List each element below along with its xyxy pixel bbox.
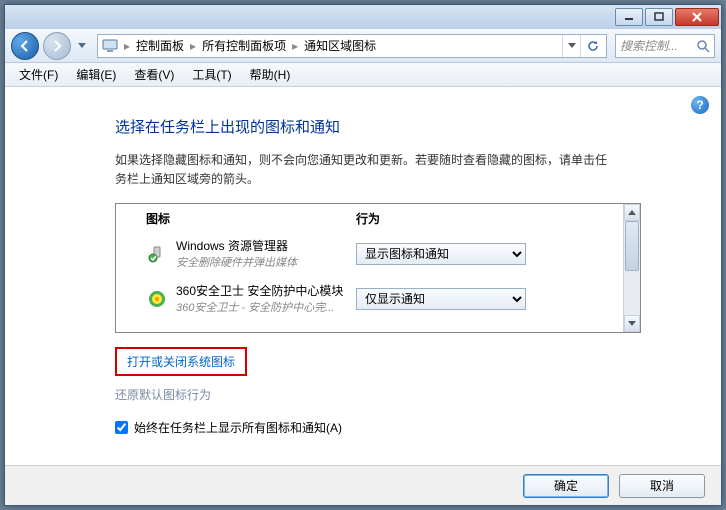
breadcrumb-1[interactable]: 控制面板 (132, 37, 188, 54)
page-description: 如果选择隐藏图标和通知，则不会向您通知更改和更新。若要随时查看隐藏的图标，请单击… (115, 151, 611, 189)
menu-edit[interactable]: 编辑(E) (68, 64, 124, 85)
menu-help[interactable]: 帮助(H) (242, 64, 299, 85)
breadcrumb-sep-icon: ▸ (290, 39, 300, 53)
row-title: 360安全卫士 安全防护中心模块 (176, 282, 356, 299)
content-area: ? 选择在任务栏上出现的图标和通知 如果选择隐藏图标和通知，则不会向您通知更改和… (5, 88, 721, 465)
menu-tools[interactable]: 工具(T) (184, 64, 239, 85)
page-heading: 选择在任务栏上出现的图标和通知 (115, 116, 681, 137)
behavior-select[interactable]: 仅显示通知 (356, 288, 526, 310)
360-icon (146, 288, 168, 310)
scrollbar[interactable] (623, 204, 640, 332)
menu-view[interactable]: 查看(V) (126, 64, 182, 85)
address-bar[interactable]: ▸ 控制面板 ▸ 所有控制面板项 ▸ 通知区域图标 (97, 34, 607, 58)
breadcrumb-sep-icon: ▸ (188, 39, 198, 53)
forward-button[interactable] (43, 32, 71, 60)
always-show-checkbox[interactable] (115, 421, 128, 434)
scroll-thumb[interactable] (625, 221, 639, 271)
ok-button[interactable]: 确定 (523, 474, 609, 498)
behavior-select[interactable]: 显示图标和通知 (356, 243, 526, 265)
search-input[interactable]: 搜索控制... (615, 34, 715, 58)
footer: 确定 取消 (5, 465, 721, 505)
refresh-button[interactable] (580, 35, 604, 57)
nav-history-dropdown[interactable] (75, 36, 89, 56)
search-icon (696, 39, 710, 53)
row-subtitle: 360安全卫士 - 安全防护中心完... (176, 299, 356, 315)
icon-behavior-list: 图标 行为 Windows 资源管理器 安全删除硬件并弹出媒体 显示图标和通知 … (115, 203, 641, 333)
menubar: 文件(F) 编辑(E) 查看(V) 工具(T) 帮助(H) (5, 63, 721, 87)
toggle-system-icons-link[interactable]: 打开或关闭系统图标 (115, 347, 247, 376)
always-show-label: 始终在任务栏上显示所有图标和通知(A) (134, 419, 342, 436)
column-header-behavior: 行为 (356, 210, 620, 227)
minimize-button[interactable] (615, 8, 643, 26)
scroll-down-icon[interactable] (624, 315, 640, 332)
restore-defaults-link[interactable]: 还原默认图标行为 (115, 384, 211, 405)
search-placeholder: 搜索控制... (620, 37, 678, 54)
scroll-up-icon[interactable] (624, 204, 640, 221)
back-button[interactable] (11, 32, 39, 60)
maximize-button[interactable] (645, 8, 673, 26)
menu-file[interactable]: 文件(F) (11, 64, 66, 85)
help-icon[interactable]: ? (691, 96, 709, 114)
breadcrumb-2[interactable]: 所有控制面板项 (198, 37, 290, 54)
address-dropdown[interactable] (562, 35, 580, 57)
list-row: Windows 资源管理器 安全删除硬件并弹出媒体 显示图标和通知 (116, 231, 640, 276)
navbar: ▸ 控制面板 ▸ 所有控制面板项 ▸ 通知区域图标 搜索控制... (5, 29, 721, 63)
cancel-button[interactable]: 取消 (619, 474, 705, 498)
list-row: 360安全卫士 安全防护中心模块 360安全卫士 - 安全防护中心完... 仅显… (116, 276, 640, 321)
row-title: Windows 资源管理器 (176, 237, 356, 254)
row-subtitle: 安全删除硬件并弹出媒体 (176, 254, 356, 270)
explorer-icon (146, 243, 168, 265)
breadcrumb-3[interactable]: 通知区域图标 (300, 37, 380, 54)
breadcrumb-sep-icon: ▸ (122, 39, 132, 53)
titlebar (5, 5, 721, 29)
close-button[interactable] (675, 8, 719, 26)
control-panel-icon (102, 38, 118, 54)
column-header-icon: 图标 (146, 210, 356, 227)
